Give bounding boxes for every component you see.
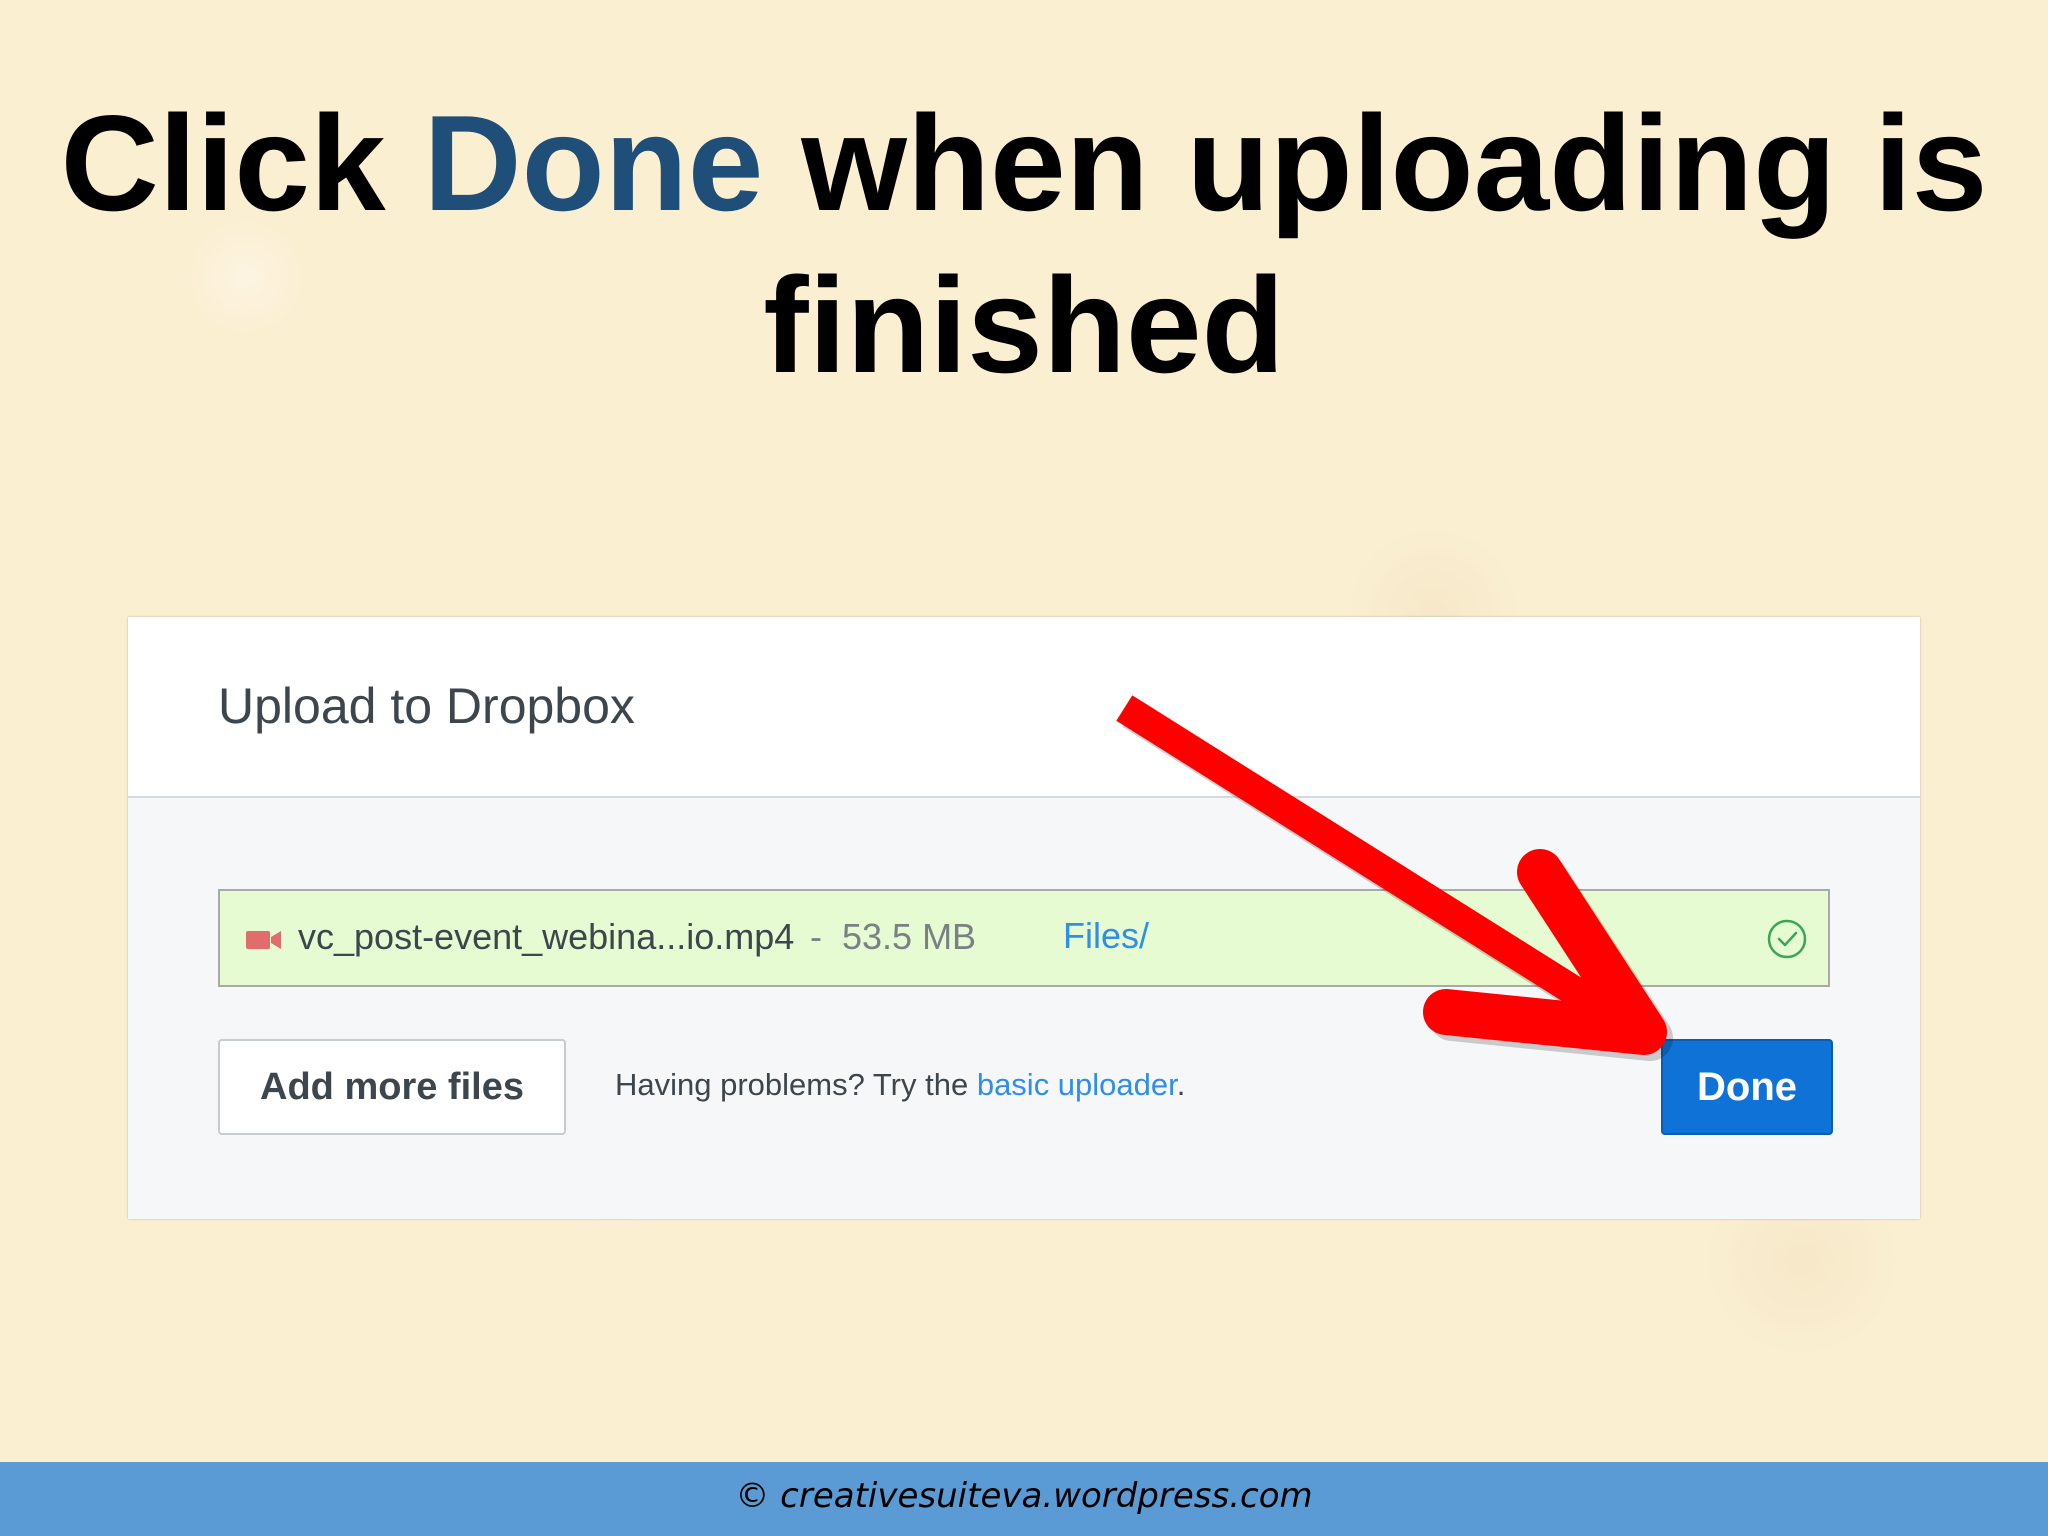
- footer-copyright: © creativesuiteva.wordpress.com: [735, 1476, 1313, 1516]
- dialog-header: Upload to Dropbox: [128, 617, 1920, 798]
- title-post: when uploading is finished: [763, 87, 1988, 401]
- done-button[interactable]: Done: [1661, 1039, 1833, 1135]
- check-circle-icon: [1767, 919, 1807, 959]
- help-prefix: Having problems? Try the: [615, 1067, 977, 1102]
- video-file-icon: [246, 931, 281, 949]
- title-accent: Done: [423, 87, 764, 239]
- title-pre: Click: [60, 87, 424, 239]
- file-separator: -: [810, 916, 822, 957]
- help-text: Having problems? Try the basic uploader.: [615, 1067, 1185, 1103]
- upload-dialog: Upload to Dropbox vc_post-event_webina..…: [128, 617, 1920, 1219]
- file-name: vc_post-event_webina...io.mp4: [298, 916, 795, 957]
- footer-bar: © creativesuiteva.wordpress.com: [0, 1462, 2048, 1536]
- basic-uploader-link[interactable]: basic uploader: [977, 1067, 1177, 1102]
- add-more-files-button[interactable]: Add more files: [218, 1039, 566, 1135]
- dialog-title: Upload to Dropbox: [218, 678, 635, 734]
- destination-folder-link[interactable]: Files/: [1063, 915, 1149, 957]
- slide-title: Click Done when uploading is finished: [0, 82, 2048, 406]
- help-suffix: .: [1176, 1067, 1186, 1102]
- upload-file-row: vc_post-event_webina...io.mp4 - 53.5 MB …: [218, 889, 1830, 987]
- file-size: 53.5 MB: [842, 916, 977, 957]
